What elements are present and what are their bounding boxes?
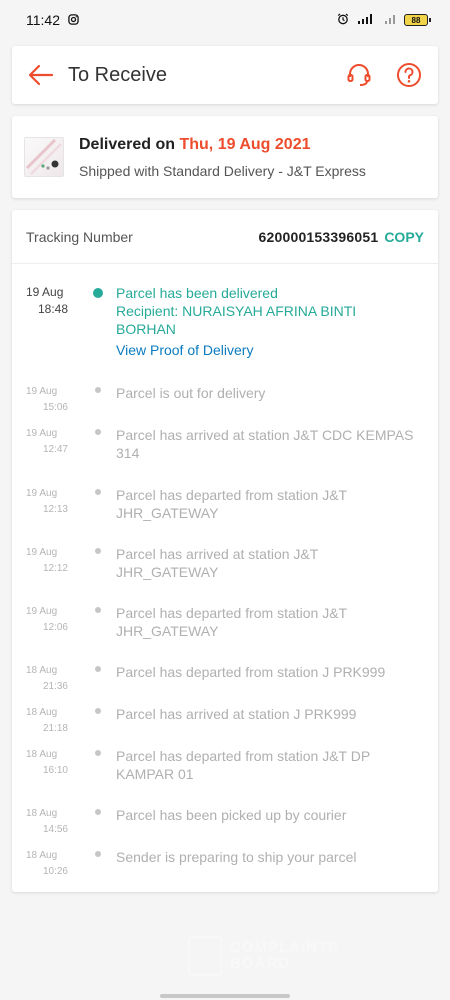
event-description: Parcel has departed from station J PRK99… (116, 664, 386, 680)
watermark-line1: COMPLAINTS (230, 939, 340, 956)
event-date: 19 Aug (26, 606, 58, 617)
event-description: Parcel is out for delivery (116, 385, 266, 401)
event-recipient: Recipient: NURAISYAH AFRINA BINTI BORHAN (116, 303, 357, 337)
timeline-dot (95, 851, 101, 857)
event-time: 12:12 (42, 563, 68, 574)
tracking-number: 620000153396051 (258, 228, 379, 245)
chat-support-button[interactable] (344, 60, 374, 90)
view-proof-link[interactable]: View Proof of Delivery (116, 341, 416, 359)
event-date: 19 Aug (26, 386, 58, 397)
headset-icon (347, 64, 371, 86)
delivered-status: Delivered on Thu, 19 Aug 2021 (79, 136, 366, 154)
timeline-dot (95, 666, 101, 672)
question-circle-icon (397, 63, 421, 87)
copy-button[interactable]: COPY (384, 229, 424, 245)
watermark-logo (188, 936, 222, 976)
event-description: Parcel has arrived at station J&T JHR_GA… (116, 546, 319, 580)
event-time: 21:36 (42, 681, 68, 692)
event-timestamp: 19 Aug 15:06 (26, 384, 68, 416)
timeline-dot (95, 489, 101, 495)
event-timestamp: 19 Aug 12:47 (26, 426, 68, 458)
event-description: Parcel has departed from station J&T DP … (116, 748, 370, 782)
tracking-header: Tracking Number 620000153396051 COPY (12, 210, 438, 264)
signal-2-icon (383, 13, 397, 27)
event-date: 18 Aug (26, 707, 58, 718)
timeline-dot (95, 387, 101, 393)
timeline-dot (95, 607, 101, 613)
event-time: 21:18 (42, 723, 68, 734)
event-details: Parcel has been delivered Recipient: NUR… (116, 284, 416, 359)
timeline-dot (95, 750, 101, 756)
event-time: 18:48 (37, 302, 68, 316)
timeline-dot (95, 429, 101, 435)
event-time: 14:56 (42, 824, 68, 835)
event-description: Parcel has departed from station J&T JHR… (116, 487, 347, 521)
event-date: 19 Aug (26, 547, 58, 558)
event-time: 15:06 (42, 402, 68, 413)
help-button[interactable] (394, 60, 424, 90)
watermark-text: COMPLAINTS BOARD (230, 940, 339, 972)
event-date: 18 Aug (26, 749, 58, 760)
arrow-left-icon (28, 64, 54, 86)
product-thumbnail (24, 137, 64, 177)
event-timestamp: 18 Aug 14:56 (26, 806, 68, 838)
tracking-card: Tracking Number 620000153396051 COPY 19 … (12, 210, 438, 892)
event-timestamp: 19 Aug 12:06 (26, 604, 68, 636)
event-description: Parcel has arrived at station J&T CDC KE… (116, 427, 414, 461)
timeline-dot-active (93, 288, 103, 298)
event-timestamp: 18 Aug 16:10 (26, 747, 68, 779)
alarm-icon (337, 13, 349, 27)
event-description: Parcel has been delivered (116, 285, 278, 301)
instagram-icon (68, 12, 79, 28)
event-timestamp: 18 Aug 21:18 (26, 705, 68, 737)
back-button[interactable] (26, 60, 56, 90)
shipping-method: Shipped with Standard Delivery - J&T Exp… (79, 162, 366, 179)
event-description: Sender is preparing to ship your parcel (116, 849, 357, 865)
status-time: 11:42 (26, 12, 60, 28)
status-bar: 11:42 88 (0, 0, 450, 40)
signal-icon (356, 13, 376, 27)
event-timestamp: 19 Aug 12:12 (26, 545, 68, 577)
event-time: 12:06 (42, 622, 68, 633)
delivered-prefix: Delivered on (79, 135, 176, 153)
home-indicator[interactable] (160, 994, 290, 998)
delivery-summary-card[interactable]: Delivered on Thu, 19 Aug 2021 Shipped wi… (12, 116, 438, 198)
event-timestamp: 18 Aug 10:26 (26, 848, 68, 880)
event-date: 18 Aug (26, 808, 58, 819)
event-timestamp: 19 Aug 12:13 (26, 486, 68, 518)
event-date: 19 Aug (26, 428, 58, 439)
event-time: 12:13 (42, 504, 68, 515)
tracking-label: Tracking Number (26, 228, 133, 245)
event-timestamp: 19 Aug 18:48 (26, 284, 68, 318)
event-time: 16:10 (42, 765, 68, 776)
event-date: 18 Aug (26, 850, 58, 861)
timeline-dot (95, 548, 101, 554)
battery-level: 88 (411, 15, 421, 25)
watermark: COMPLAINTS BOARD (188, 936, 339, 976)
timeline-dot (95, 809, 101, 815)
event-timestamp: 18 Aug 21:36 (26, 663, 68, 695)
event-description: Parcel has been picked up by courier (116, 807, 347, 823)
page-title: To Receive (68, 63, 167, 86)
event-date: 18 Aug (26, 665, 58, 676)
watermark-line2: BOARD (230, 955, 290, 972)
delivered-date: Thu, 19 Aug 2021 (179, 135, 311, 153)
event-description: Parcel has departed from station J&T JHR… (116, 605, 347, 639)
battery-icon: 88 (404, 14, 431, 26)
event-time: 10:26 (42, 866, 68, 877)
event-date: 19 Aug (26, 488, 58, 499)
app-header: To Receive (12, 46, 438, 104)
timeline-dot (95, 708, 101, 714)
event-description: Parcel has arrived at station J PRK999 (116, 706, 357, 722)
event-date: 19 Aug (26, 285, 64, 299)
event-time: 12:47 (42, 444, 68, 455)
